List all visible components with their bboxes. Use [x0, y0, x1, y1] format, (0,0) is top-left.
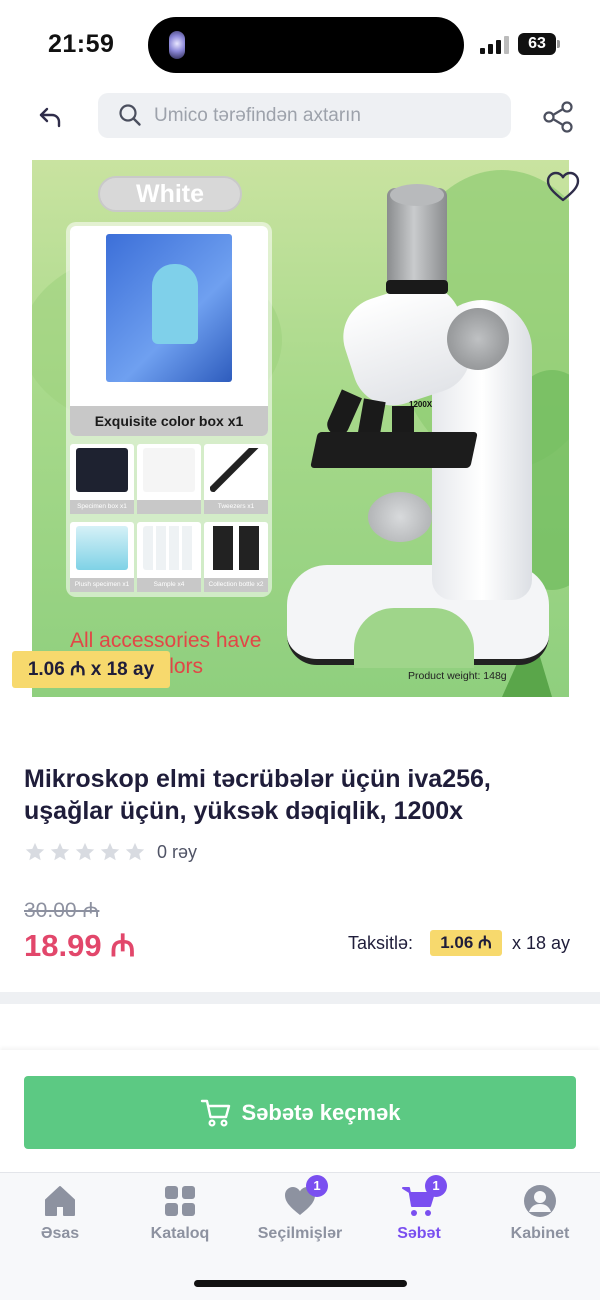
favorites-badge: 1 [306, 1175, 328, 1197]
accessory-tile: Collection bottle x2 [204, 522, 268, 592]
star-icon [75, 842, 95, 861]
search-bar[interactable] [98, 93, 511, 138]
tab-label: Səbət [397, 1225, 441, 1242]
user-icon [522, 1183, 558, 1219]
tab-catalog[interactable]: Kataloq [130, 1183, 230, 1249]
accessory-tile: Sample x4 [137, 522, 201, 592]
color-box-card [70, 226, 268, 436]
bottom-tab-bar: Əsas Kataloq 1 Seçilmişlər 1 Səbət Kabin… [0, 1172, 600, 1300]
installment-tag: 1.06 ₼ x 18 ay [12, 651, 170, 688]
current-price: 18.99 ₼ [24, 928, 136, 963]
installment-term: x 18 ay [512, 933, 571, 953]
color-box-caption: Exquisite color box x1 [70, 406, 268, 436]
tab-label: Əsas [40, 1225, 80, 1242]
color-box-image [106, 234, 232, 382]
product-image[interactable]: White Exquisite color box x1 Specimen bo… [32, 160, 569, 697]
microscope-mirror [368, 492, 432, 542]
accessory-label: Tweezers x1 [204, 500, 268, 514]
star-icon [100, 842, 120, 861]
sample-slides-image [143, 526, 195, 570]
battery-tip-icon [557, 40, 560, 48]
go-to-cart-label: Səbətə keçmək [241, 1099, 401, 1125]
product-weight-label: Product weight: 148g [408, 670, 507, 682]
dynamic-island [148, 17, 464, 73]
status-bar: 21:59 63 [0, 0, 600, 88]
home-icon [42, 1183, 78, 1219]
microscope-ring [386, 280, 448, 294]
installment-label: Taksitlə: [348, 933, 414, 953]
tab-home[interactable]: Əsas [10, 1183, 110, 1249]
share-icon [543, 101, 573, 133]
cart-badge: 1 [425, 1175, 447, 1197]
tab-label: Kataloq [150, 1225, 210, 1242]
search-icon [119, 104, 141, 126]
tab-favorites[interactable]: 1 Seçilmişlər [250, 1175, 350, 1249]
review-count[interactable]: 0 rəy [157, 842, 197, 863]
tab-account[interactable]: Kabinet [490, 1183, 590, 1249]
star-icon [50, 842, 70, 861]
product-title: Mikroskop elmi təcrübələr üçün iva256, u… [24, 765, 491, 825]
specimen-box-image [76, 448, 128, 492]
section-divider [0, 992, 600, 1004]
accessory-tile: Plush specimen x1 [70, 522, 134, 592]
star-icon [25, 842, 45, 861]
home-indicator [194, 1280, 407, 1287]
star-icon [125, 842, 145, 861]
microscope-stage [310, 432, 478, 468]
heart-outline-icon [546, 171, 580, 202]
search-input[interactable] [154, 93, 494, 138]
accessory-label [137, 500, 201, 514]
share-button[interactable] [540, 99, 576, 135]
heart-icon: 1 [282, 1175, 328, 1219]
tab-label: Kabinet [510, 1225, 570, 1242]
old-price: 30.00 ₼ [24, 899, 100, 922]
plush-specimen-image [76, 526, 128, 570]
collection-bottle-image [210, 526, 262, 570]
focus-knob [447, 308, 509, 370]
tweezers-image [210, 448, 262, 492]
magnification-label: 1200X [409, 400, 433, 409]
tab-cart[interactable]: 1 Səbət [369, 1175, 469, 1249]
accessory-label: Plush specimen x1 [70, 578, 134, 592]
tab-label: Seçilmişlər [257, 1225, 343, 1242]
microscope-eyecap [390, 184, 444, 206]
back-button[interactable] [30, 97, 70, 137]
catalog-grid-icon [162, 1183, 198, 1219]
favorite-button[interactable] [545, 170, 581, 204]
installment-amount: 1.06 ₼ [430, 930, 502, 956]
status-time: 21:59 [48, 30, 115, 58]
back-arrow-icon [39, 107, 61, 128]
cart-icon [200, 1099, 230, 1127]
battery-indicator: 63 [518, 33, 556, 55]
microscope-base-notch [354, 608, 474, 668]
accessory-tile: Specimen box x1 [70, 444, 134, 514]
color-variant-badge: White [98, 176, 242, 212]
accessory-label: Specimen box x1 [70, 500, 134, 514]
accessory-tile [137, 444, 201, 514]
flashlight-indicator-icon [169, 31, 185, 59]
go-to-cart-button[interactable]: Səbətə keçmək [24, 1076, 576, 1149]
accessory-label: Sample x4 [137, 578, 201, 592]
accessory-tile: Tweezers x1 [204, 444, 268, 514]
accessory-label: Collection bottle x2 [204, 578, 268, 592]
rating[interactable]: 0 rəy [24, 839, 197, 865]
cart-icon: 1 [401, 1175, 447, 1219]
signal-icon [480, 36, 510, 54]
blank-accessory-image [143, 448, 195, 492]
